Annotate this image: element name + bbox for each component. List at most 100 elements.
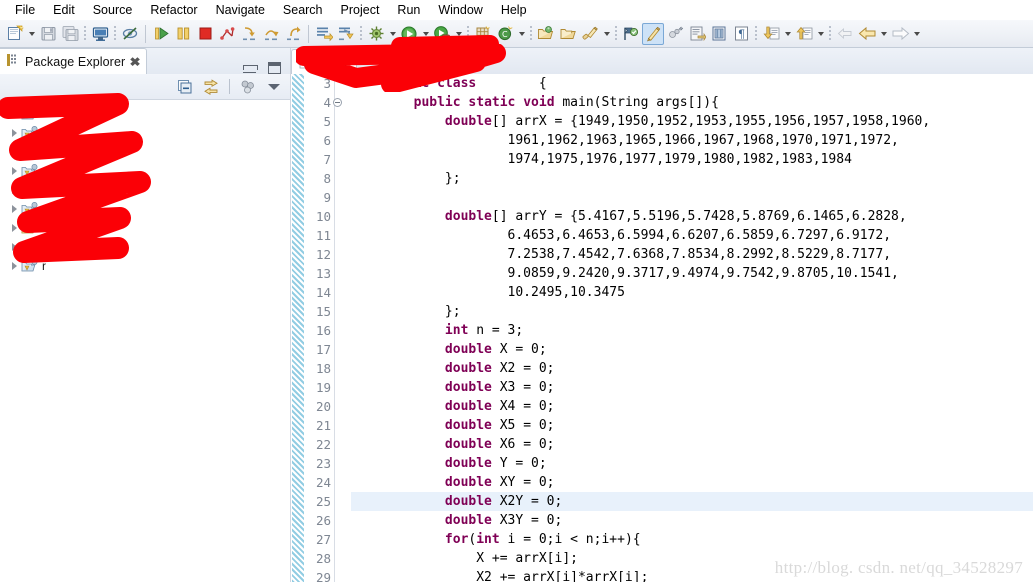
open-task-icon[interactable] [557, 23, 579, 45]
expand-arrow-icon[interactable] [8, 240, 21, 253]
expand-arrow-icon[interactable] [8, 126, 21, 139]
tree-item-6[interactable] [0, 218, 290, 237]
code-line[interactable]: double Y = 0; [351, 454, 1033, 473]
save-icon[interactable] [37, 23, 59, 45]
terminate-icon[interactable] [194, 23, 216, 45]
disconnect-icon[interactable] [216, 23, 238, 45]
vertical-marker-ruler[interactable] [291, 74, 305, 582]
search-dropdown-arrow[interactable] [601, 23, 612, 45]
new-dropdown-arrow[interactable] [26, 23, 37, 45]
show-whitespace-icon[interactable] [686, 23, 708, 45]
menu-item-file[interactable]: File [6, 0, 44, 20]
run-icon[interactable] [398, 23, 420, 45]
code-line[interactable]: 10.2495,10.3475 [351, 283, 1033, 302]
menu-item-run[interactable]: Run [388, 0, 429, 20]
code-line[interactable]: 9.0859,9.2420,9.3717,9.4974,9.7542,9.870… [351, 264, 1033, 283]
step-return-icon[interactable] [282, 23, 304, 45]
print-icon[interactable] [89, 23, 111, 45]
debug-icon[interactable] [365, 23, 387, 45]
menu-item-refactor[interactable]: Refactor [141, 0, 206, 20]
resume-icon[interactable] [150, 23, 172, 45]
code-line[interactable]: double X4 = 0; [351, 397, 1033, 416]
previous-edit-location-icon[interactable] [793, 23, 815, 45]
code-line[interactable]: 1961,1962,1963,1965,1966,1967,1968,1970,… [351, 131, 1033, 150]
expand-arrow-icon[interactable] [8, 221, 21, 234]
back-icon[interactable] [856, 23, 878, 45]
tree-item-3[interactable] [0, 161, 290, 180]
fold-collapse-icon[interactable] [333, 98, 342, 107]
step-into-icon[interactable] [238, 23, 260, 45]
new-wizard-icon[interactable] [4, 23, 26, 45]
code-line[interactable]: 1974,1975,1976,1977,1979,1980,1982,1983,… [351, 150, 1033, 169]
code-line[interactable]: double X5 = 0; [351, 416, 1033, 435]
forward-icon[interactable] [889, 23, 911, 45]
code-line[interactable]: double[] arrY = {5.4167,5.5196,5.7428,5.… [351, 207, 1033, 226]
editor-tab-java-file[interactable]: J .java [291, 49, 358, 74]
code-line[interactable]: }; [351, 169, 1033, 188]
expand-arrow-icon[interactable] [8, 145, 21, 158]
pin-editor-icon[interactable] [620, 23, 642, 45]
tree-item-4[interactable]: nd [0, 180, 290, 199]
menu-item-search[interactable]: Search [274, 0, 332, 20]
code-viewport[interactable]: 3 4 5 6 7 8 9 10 11 12 13 14 15 16 17 18 19 20 21 22 23 24 25 2… [291, 74, 1033, 582]
code-line[interactable]: 7.2538,7.4542,7.6368,7.8534,8.2992,8.522… [351, 245, 1033, 264]
expand-arrow-icon[interactable] [8, 202, 21, 215]
code-line[interactable]: 6.4653,6.4653,6.5994,6.6207,6.5859,6.729… [351, 226, 1033, 245]
toggle-mark-occurrences-icon[interactable] [119, 23, 141, 45]
external-tools-icon[interactable] [431, 23, 453, 45]
next-annotation-icon[interactable] [313, 23, 335, 45]
new-class-icon[interactable]: C [494, 23, 516, 45]
next-edit-location-icon[interactable] [760, 23, 782, 45]
filters-icon[interactable] [238, 77, 258, 97]
suspend-icon[interactable] [172, 23, 194, 45]
toggle-word-wrap-icon[interactable] [664, 23, 686, 45]
tree-item-7[interactable] [0, 237, 290, 256]
tab-package-explorer[interactable]: Package Explorer ✖ [0, 48, 148, 74]
collapse-all-icon[interactable] [175, 77, 195, 97]
expand-arrow-icon[interactable] [8, 164, 21, 177]
code-line[interactable]: double X2 = 0; [351, 359, 1033, 378]
forward-dropdown-arrow[interactable] [911, 23, 922, 45]
tree-item-5[interactable]: n [0, 199, 290, 218]
view-menu-icon[interactable] [264, 77, 284, 97]
tree-item-2[interactable]: dem [0, 142, 290, 161]
code-line[interactable]: int n = 3; [351, 321, 1033, 340]
run-dropdown-arrow[interactable] [420, 23, 431, 45]
new-java-project-icon[interactable] [472, 23, 494, 45]
code-line[interactable]: }; [351, 302, 1033, 321]
paragraph-icon[interactable]: ¶ [730, 23, 752, 45]
search-icon[interactable] [579, 23, 601, 45]
tree-item-0[interactable] [0, 104, 290, 123]
code-line[interactable]: public class { [351, 74, 1033, 93]
external-tools-dropdown-arrow[interactable] [453, 23, 464, 45]
code-line[interactable]: double[] arrX = {1949,1950,1952,1953,195… [351, 112, 1033, 131]
link-with-editor-icon[interactable] [201, 77, 221, 97]
menu-item-project[interactable]: Project [332, 0, 389, 20]
step-over-icon[interactable] [260, 23, 282, 45]
next-edit-dropdown-arrow[interactable] [782, 23, 793, 45]
tree-item-8[interactable]: r [0, 256, 290, 275]
menu-item-help[interactable]: Help [492, 0, 536, 20]
code-line[interactable]: public static void main(String args[]){ [351, 93, 1033, 112]
toggle-block-selection-icon[interactable] [642, 22, 664, 45]
menu-item-window[interactable]: Window [429, 0, 491, 20]
code-line[interactable]: double X2Y = 0; [351, 492, 1033, 511]
new-class-dropdown-arrow[interactable] [516, 23, 527, 45]
menu-item-edit[interactable]: Edit [44, 0, 84, 20]
back-dropdown-arrow[interactable] [878, 23, 889, 45]
minimize-button[interactable] [243, 63, 258, 73]
menu-item-source[interactable]: Source [84, 0, 142, 20]
open-type-icon[interactable] [535, 23, 557, 45]
previous-edit-dropdown-arrow[interactable] [815, 23, 826, 45]
code-line[interactable]: for(int i = 0;i < n;i++){ [351, 530, 1033, 549]
save-all-icon[interactable] [59, 23, 81, 45]
code-line[interactable]: double X3 = 0; [351, 378, 1033, 397]
folding-gutter[interactable] [335, 74, 346, 582]
expand-arrow-icon[interactable] [8, 259, 21, 272]
previous-annotation-icon[interactable] [335, 23, 357, 45]
tree-item-1[interactable]: at [0, 123, 290, 142]
debug-dropdown-arrow[interactable] [387, 23, 398, 45]
menu-item-navigate[interactable]: Navigate [207, 0, 274, 20]
expand-arrow-icon[interactable] [8, 107, 21, 120]
restore-icon[interactable] [708, 23, 730, 45]
